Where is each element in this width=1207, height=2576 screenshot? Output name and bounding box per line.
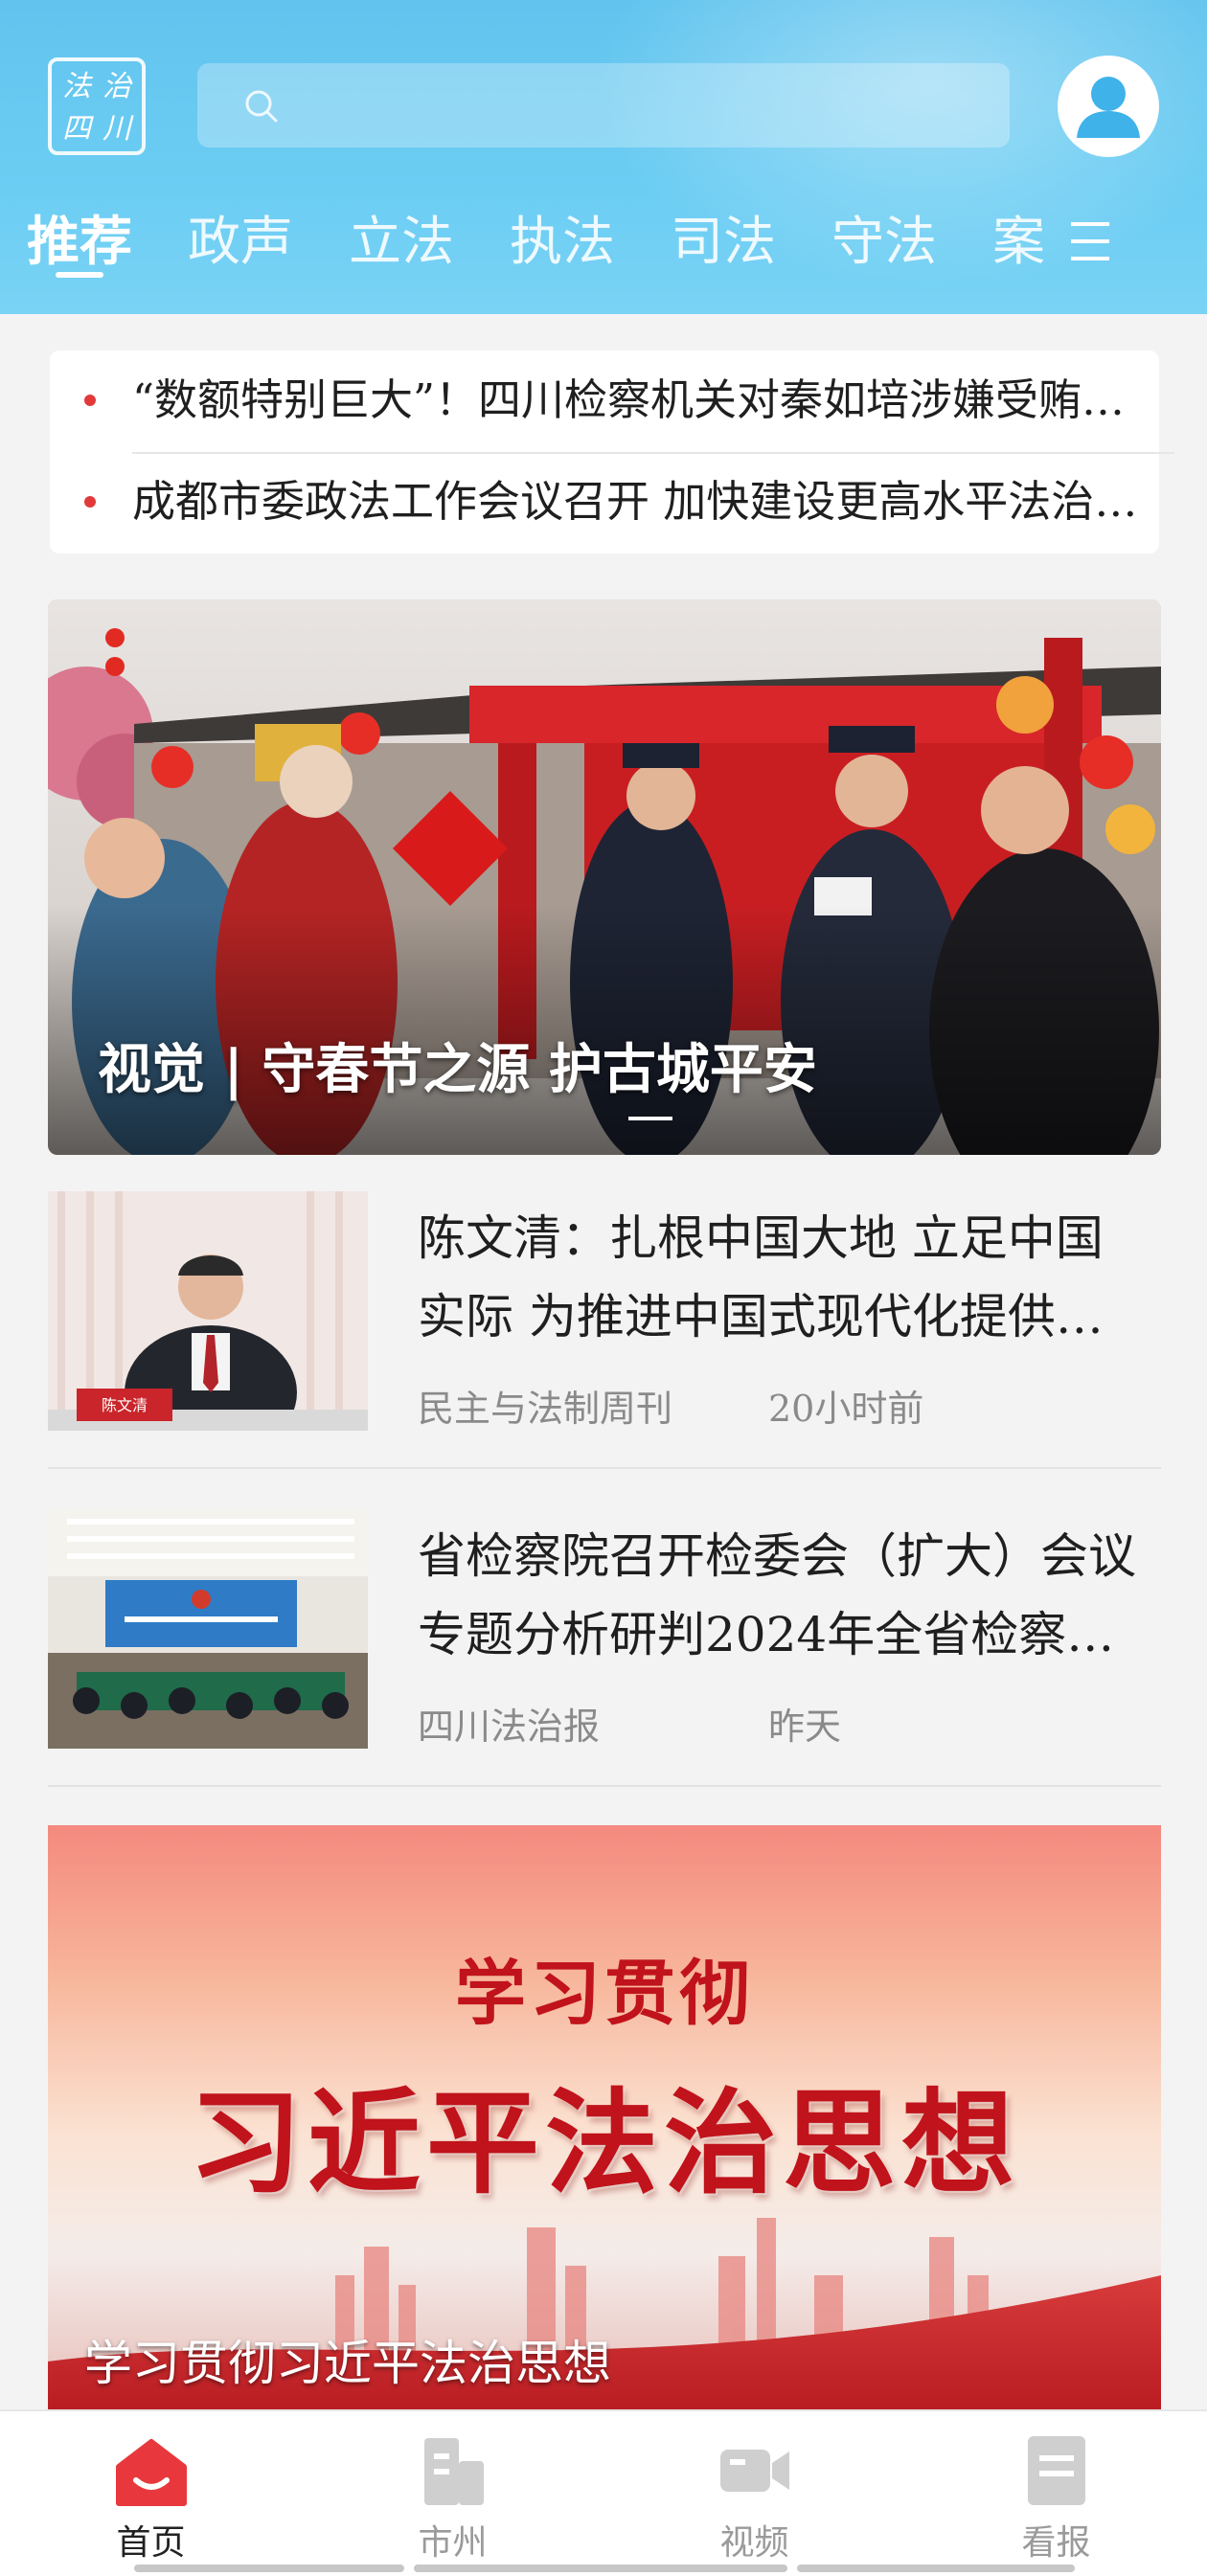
gesture-bar bbox=[414, 2565, 787, 2572]
tab-sifa[interactable]: 司法 bbox=[671, 203, 776, 280]
news-time: 昨天 bbox=[768, 1706, 842, 1748]
headline-text: 成都市委政法工作会议召开 加快建设更高水平法治成都 bbox=[132, 476, 1138, 527]
nav-label: 看报 bbox=[1021, 2523, 1091, 2563]
gesture-bar bbox=[797, 2565, 1075, 2572]
feature-caption: 视觉 | 守春节之源 护古城平安 bbox=[98, 1038, 817, 1101]
logo-char: 法 bbox=[62, 70, 91, 103]
app-logo[interactable]: 法 治 四 川 bbox=[48, 57, 146, 155]
tab-lifa[interactable]: 立法 bbox=[349, 203, 454, 280]
banner-title: 习近平法治思想 bbox=[188, 2076, 1020, 2209]
logo-char: 四 bbox=[62, 112, 91, 146]
carousel-indicator bbox=[628, 1117, 672, 1120]
user-icon bbox=[1077, 77, 1140, 138]
news-source: 四川法治报 bbox=[418, 1706, 601, 1748]
feature-carousel[interactable]: 视觉 | 守春节之源 护古城平安 bbox=[48, 599, 1161, 1155]
nav-label: 市州 bbox=[418, 2523, 488, 2563]
app-header: 法 治 四 川 推荐 政声 立法 执法 司法 守法 案 bbox=[0, 0, 1207, 314]
divider bbox=[48, 1467, 1161, 1469]
topic-banner[interactable]: 学习贯彻 习近平法治思想 学习贯彻习近平法治思想 bbox=[48, 1825, 1161, 2419]
home-icon bbox=[116, 2439, 187, 2506]
bullet-dot bbox=[84, 496, 96, 508]
news-title: 陈文清：扎根中国大地 立足中国实际 为推进中国式现代化提供有力法治保障 bbox=[418, 1210, 1104, 1344]
headline-text: “数额特别巨大”！四川检察机关对秦如培涉嫌受贿案提起公诉 bbox=[132, 374, 1138, 425]
nav-city[interactable]: 市州 bbox=[302, 2411, 604, 2576]
bullet-dot bbox=[84, 395, 96, 406]
news-thumbnail bbox=[48, 1509, 368, 1749]
headline-list: “数额特别巨大”！四川检察机关对秦如培涉嫌受贿案提起公诉 成都市委政法工作会议召… bbox=[50, 350, 1174, 554]
newspaper-icon bbox=[1028, 2436, 1085, 2505]
nav-label: 视频 bbox=[719, 2523, 789, 2563]
tab-zhifa[interactable]: 执法 bbox=[510, 203, 615, 280]
tab-zhengsheng[interactable]: 政声 bbox=[188, 203, 293, 280]
news-thumbnail: 陈文清 bbox=[48, 1191, 368, 1431]
user-avatar-button[interactable] bbox=[1058, 56, 1159, 157]
headline-item[interactable]: 成都市委政法工作会议召开 加快建设更高水平法治成都 bbox=[50, 452, 1159, 554]
gesture-bar bbox=[134, 2565, 404, 2572]
active-tab-indicator bbox=[56, 272, 103, 278]
nav-label: 首页 bbox=[116, 2523, 186, 2563]
nav-home[interactable]: 首页 bbox=[0, 2411, 302, 2576]
news-source: 民主与法制周刊 bbox=[418, 1388, 673, 1430]
city-icon bbox=[424, 2438, 484, 2505]
headline-item[interactable]: “数额特别巨大”！四川检察机关对秦如培涉嫌受贿案提起公诉 bbox=[50, 350, 1159, 452]
divider bbox=[48, 1785, 1161, 1787]
news-title: 省检察院召开检委会（扩大）会议专题分析研判2024年全省检察业务数据 bbox=[418, 1528, 1136, 1662]
tab-shoufa[interactable]: 守法 bbox=[831, 203, 937, 280]
banner-subtitle: 学习贯彻 bbox=[455, 1953, 754, 2035]
tab-cases[interactable]: 案 bbox=[992, 203, 1045, 280]
video-icon bbox=[720, 2450, 789, 2492]
banner-caption: 学习贯彻习近平法治思想 bbox=[84, 2336, 611, 2391]
news-item[interactable]: 陈文清 陈文清：扎根中国大地 立足中国实际 为推进中国式现代化提供有力法治保障 … bbox=[48, 1191, 1161, 1507]
logo-char: 川 bbox=[102, 112, 131, 146]
nav-newspaper[interactable]: 看报 bbox=[905, 2411, 1207, 2576]
search-bar[interactable] bbox=[197, 63, 1010, 147]
logo-char: 治 bbox=[102, 70, 131, 103]
news-time: 20小时前 bbox=[768, 1388, 924, 1430]
menu-icon[interactable] bbox=[1065, 218, 1115, 264]
news-item[interactable]: 省检察院召开检委会（扩大）会议专题分析研判2024年全省检察业务数据 四川法治报… bbox=[48, 1509, 1161, 1825]
channel-tabs: 推荐 政声 立法 执法 司法 守法 案 bbox=[0, 203, 1207, 280]
bottom-navigation: 首页 市州 视频 看报 bbox=[0, 2409, 1207, 2576]
tab-recommend[interactable]: 推荐 bbox=[27, 203, 132, 280]
nav-video[interactable]: 视频 bbox=[604, 2411, 905, 2576]
search-icon bbox=[245, 90, 278, 123]
nameplate-text: 陈文清 bbox=[102, 1396, 148, 1414]
